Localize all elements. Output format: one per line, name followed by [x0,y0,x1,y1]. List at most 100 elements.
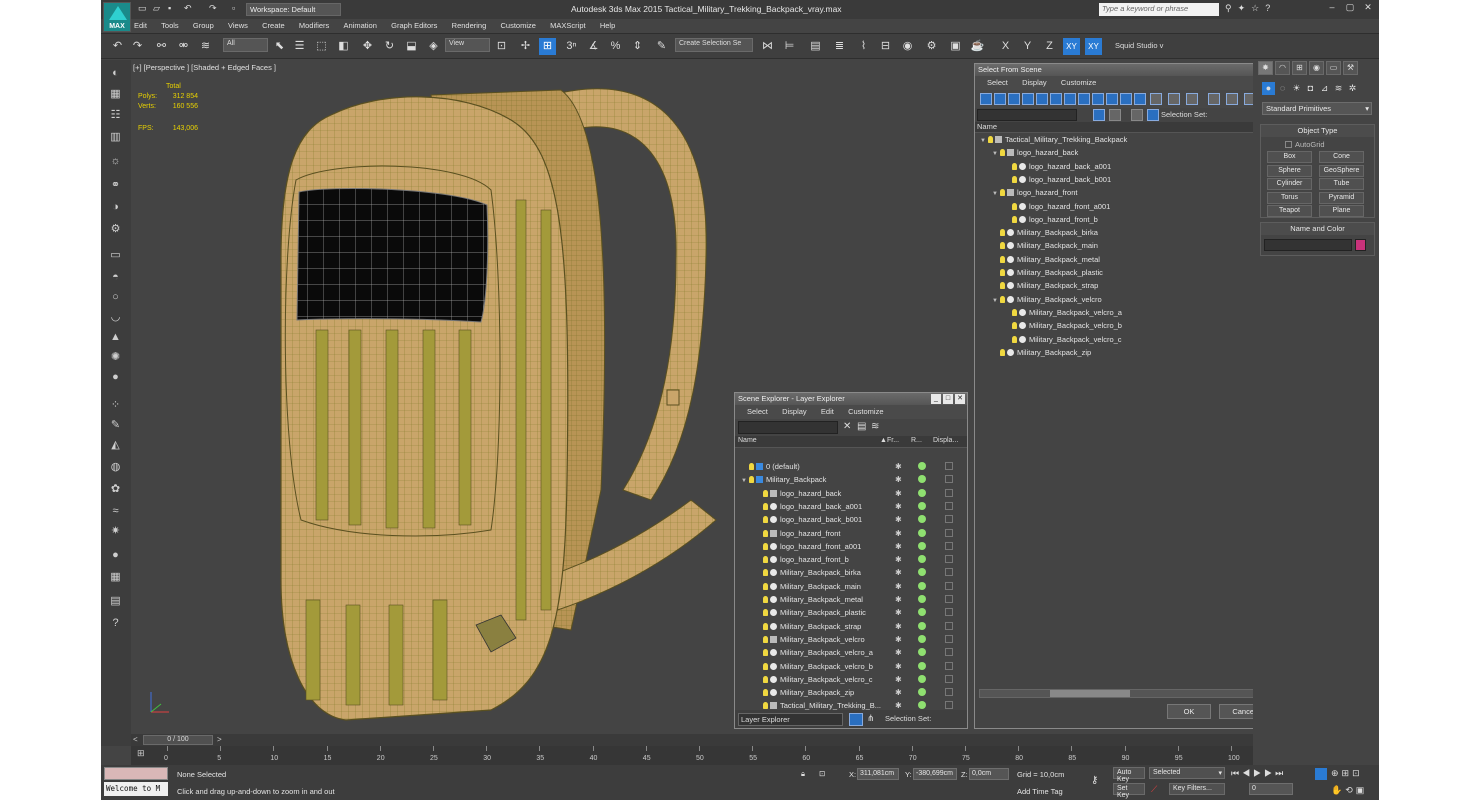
viewport-orbit-controls[interactable]: ✋⟲▣ [1331,785,1367,796]
mirror-icon[interactable]: ⋈ [759,38,776,55]
renderable-teapot-icon[interactable] [918,515,926,524]
circle-icon[interactable]: ○ [107,290,124,305]
menu-help[interactable]: Help [600,19,615,30]
display-box-icon[interactable] [945,621,953,630]
display-box-icon[interactable] [945,515,953,524]
plant-icon[interactable]: ✿ [107,482,124,497]
maxscript-listener-output[interactable]: Welcome to M [104,782,168,796]
filter-xrefs-icon[interactable] [1078,93,1090,105]
display-tab-icon[interactable]: ▭ [1326,61,1341,75]
sort-icon[interactable] [1244,93,1253,105]
layer-row[interactable]: Military_Backpack_velcro_c ✱ [735,673,967,686]
freeze-toggle-icon[interactable]: ✱ [895,529,902,538]
lightbulb-icon[interactable] [1012,162,1017,170]
geosphere-button[interactable]: GeoSphere [1319,164,1364,177]
menu-maxscript[interactable]: MAXScript [550,19,585,30]
freeze-toggle-icon[interactable]: ✱ [895,555,902,564]
playback-controls[interactable]: ⏮◀▶▶⏭ [1231,768,1286,779]
pyramid-button[interactable]: Pyramid [1319,191,1364,204]
filter-icon[interactable] [1208,93,1220,105]
unlink-icon[interactable]: ⚮ [175,38,192,55]
select-by-name-icon[interactable]: ☰ [291,38,308,55]
display-box-icon[interactable] [945,462,953,470]
bind-space-warp-icon[interactable]: ≋ [197,38,214,55]
explorer-type-dropdown[interactable]: Layer Explorer [738,713,843,726]
menu-modifiers[interactable]: Modifiers [299,19,329,30]
layer-mode-icon[interactable] [849,713,863,726]
named-selection-dropdown[interactable]: Create Selection Se [675,38,753,52]
renderable-teapot-icon[interactable] [918,661,926,670]
lightbulb-icon[interactable] [763,596,768,603]
cylinder-button[interactable]: Cylinder [1267,178,1312,191]
z-coord-input[interactable]: 0,0cm [969,768,1009,780]
open-file-icon[interactable]: ▱ [153,3,160,16]
new-file-icon[interactable]: ▭ [138,3,147,16]
autogrid-checkbox[interactable]: AutoGrid [1285,140,1325,149]
lightbulb-icon[interactable] [763,649,768,657]
tree-row[interactable]: Military_Backpack_birka [992,228,1098,241]
menu-group[interactable]: Group [193,19,214,30]
freeze-toggle-icon[interactable]: ✱ [895,688,902,697]
lightbulb-icon[interactable] [763,529,768,537]
layer-row[interactable]: logo_hazard_back_b001 ✱ [735,513,967,526]
modify-tab-icon[interactable]: ◠ [1275,61,1290,75]
align-icon[interactable]: ⊨ [781,38,798,55]
column-render[interactable]: R... [911,437,922,444]
menu-select[interactable]: Select [747,405,768,416]
tree-row[interactable]: logo_hazard_front_b [1004,215,1098,228]
reference-coordinate-dropdown[interactable]: View [445,38,490,52]
select-all-icon[interactable] [1150,93,1162,105]
time-configuration-icon[interactable] [1315,768,1327,780]
display-box-icon[interactable] [945,541,953,550]
absolute-mode-icon[interactable]: ⊡ [819,769,825,778]
box-stack-icon[interactable]: ▤ [107,594,124,609]
expand-arrow-icon[interactable]: ▼ [992,151,1000,157]
layer-row[interactable]: Military_Backpack_strap ✱ [735,620,967,633]
layer-manager-icon[interactable]: ≣ [831,38,848,55]
select-invert-icon[interactable] [1186,93,1198,105]
tree-row[interactable]: Military_Backpack_velcro_c [1004,335,1122,348]
lightbulb-icon[interactable] [1012,322,1017,330]
maximize-icon[interactable]: □ [943,394,953,404]
tree-row[interactable]: logo_hazard_back_b001 [1004,175,1111,188]
auto-key-button[interactable]: Auto Key [1113,767,1145,783]
axis-z-button[interactable]: Z [1041,38,1058,55]
redo-icon[interactable]: ↷ [129,38,146,55]
list-icon[interactable]: ☷ [107,108,124,123]
horizontal-scrollbar[interactable] [979,689,1253,698]
expand-arrow-icon[interactable]: ▼ [741,478,749,484]
freeze-toggle-icon[interactable]: ✱ [895,489,902,498]
renderable-teapot-icon[interactable] [918,701,926,710]
expand-arrow-icon[interactable]: ▼ [992,191,1000,197]
freeze-toggle-icon[interactable]: ✱ [895,608,902,617]
layer-row[interactable]: 0 (default) ✱ [735,460,967,473]
plane-icon[interactable]: ▭ [107,248,124,263]
lightbulb-icon[interactable] [1000,282,1005,290]
new-layer-icon[interactable]: ▤ [857,421,866,432]
create-tab-icon[interactable]: ✸ [1258,61,1273,75]
angle-snap-icon[interactable]: ∡ [585,38,602,55]
freeze-toggle-icon[interactable]: ✱ [895,462,902,471]
rendered-frame-window-icon[interactable]: ▣ [947,38,964,55]
keyboard-shortcut-override-icon[interactable]: ⊞ [539,38,556,55]
close-icon[interactable]: ✕ [955,394,965,404]
minimize-icon[interactable]: _ [931,394,941,404]
lightbulb-icon[interactable] [1012,215,1017,223]
freeze-toggle-icon[interactable]: ✱ [895,568,902,577]
torus-button[interactable]: Torus [1267,191,1312,204]
layer-row[interactable]: Military_Backpack_main ✱ [735,580,967,593]
primitive-category-dropdown[interactable]: Standard Primitives ▾ [1262,102,1372,115]
object-color-swatch[interactable] [1355,239,1366,251]
box-button[interactable]: Box [1267,151,1312,163]
menu-graph-editors[interactable]: Graph Editors [391,19,437,30]
lightbulb-icon[interactable] [763,702,768,710]
object-type-header[interactable]: Object Type [1261,125,1374,137]
menu-display[interactable]: Display [1022,76,1047,87]
render-production-icon[interactable]: ☕ [969,38,986,55]
save-file-icon[interactable]: ▪ [168,3,171,16]
cameras-icon[interactable]: ◘ [1304,82,1317,95]
renderable-teapot-icon[interactable] [918,608,926,617]
grid-table-icon[interactable]: ▦ [107,570,124,585]
key-filter-icon[interactable]: ⟋ [1151,784,1157,795]
add-time-tag[interactable]: Add Time Tag [1017,787,1063,796]
